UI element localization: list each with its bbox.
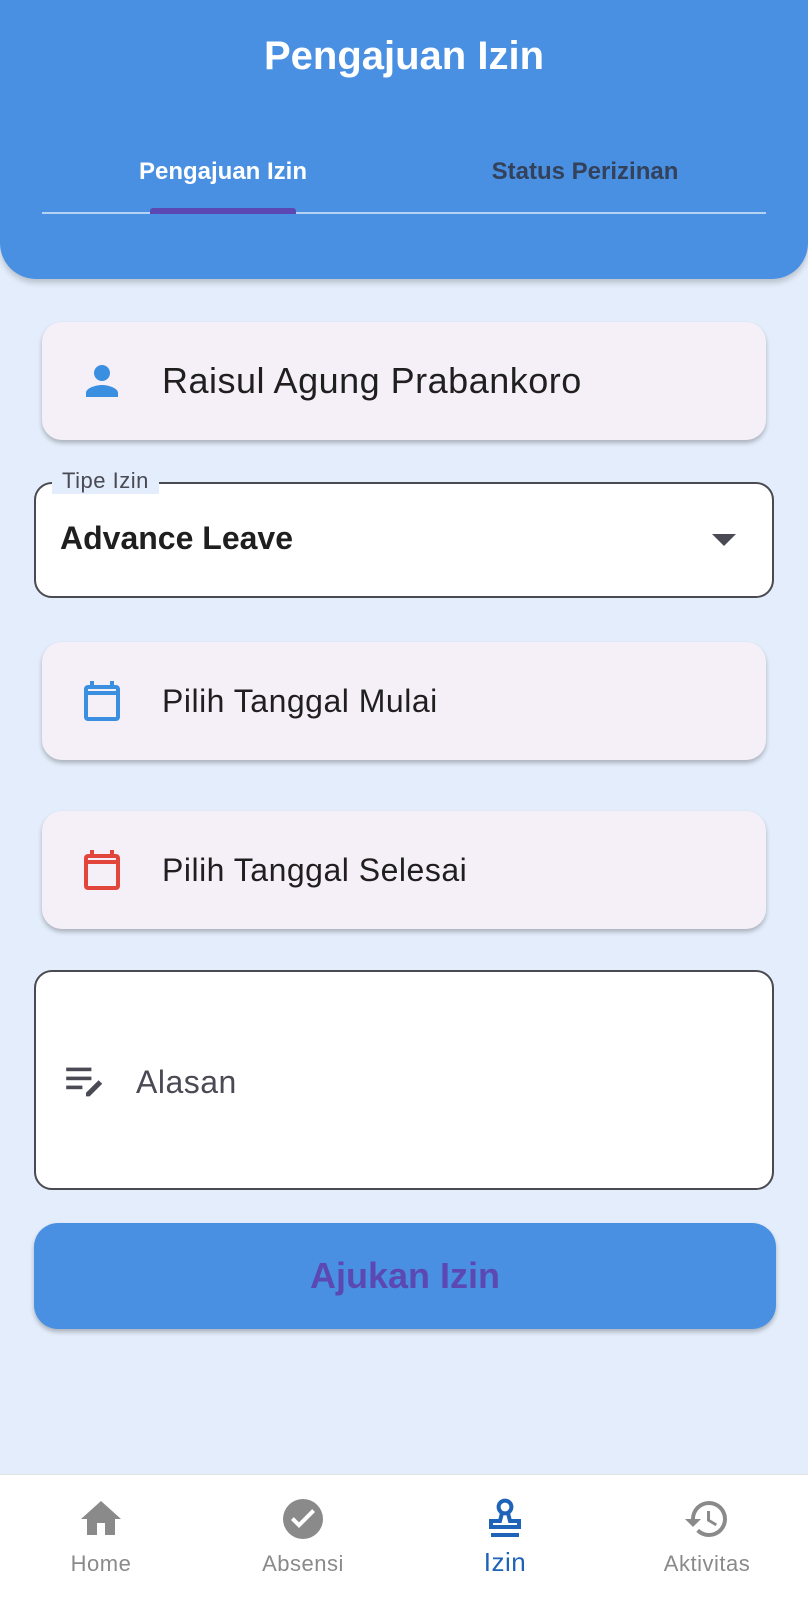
home-icon: [81, 1501, 121, 1535]
leave-type-dropdown[interactable]: Tipe Izin Advance Leave: [34, 468, 774, 598]
nav-label-home: Home: [70, 1551, 132, 1576]
dropdown-arrow-icon: [712, 534, 736, 546]
edit-note-icon: [66, 1067, 103, 1097]
page-title: Pengajuan Izin: [263, 34, 545, 78]
calendar-icon: [84, 850, 120, 890]
nav-item-home[interactable]: Home: [0, 1475, 202, 1600]
tab-bar: Pengajuan Izin Status Perizinan: [42, 130, 766, 214]
tab-pengajuan-izin[interactable]: Pengajuan Izin: [42, 130, 404, 214]
leave-type-value: Advance Leave: [60, 520, 294, 556]
submit-leave-button[interactable]: Ajukan Izin: [34, 1223, 776, 1329]
nav-label-aktivitas: Aktivitas: [663, 1551, 751, 1576]
end-date-picker[interactable]: Pilih Tanggal Selesai: [42, 811, 766, 929]
nav-item-izin[interactable]: Izin: [404, 1475, 606, 1600]
check-circle-icon: [283, 1499, 323, 1539]
tab-status-perizinan[interactable]: Status Perizinan: [404, 130, 766, 214]
calendar-icon: [84, 681, 120, 721]
reason-placeholder: Alasan: [136, 1064, 237, 1100]
nav-label-izin: Izin: [483, 1547, 527, 1577]
active-tab-indicator: [150, 208, 296, 214]
bottom-navigation: Home Absensi Izin Aktivitas: [0, 1474, 808, 1600]
end-date-placeholder: Pilih Tanggal Selesai: [162, 851, 468, 888]
person-icon: [86, 365, 118, 397]
history-icon: [685, 1501, 727, 1537]
nav-label-absensi: Absensi: [262, 1551, 344, 1576]
nav-item-absensi[interactable]: Absensi: [202, 1475, 404, 1600]
start-date-placeholder: Pilih Tanggal Mulai: [162, 682, 438, 719]
start-date-picker[interactable]: Pilih Tanggal Mulai: [42, 642, 766, 760]
nav-item-aktivitas[interactable]: Aktivitas: [606, 1475, 808, 1600]
leave-type-label: Tipe Izin: [52, 468, 159, 494]
employee-name-card: Raisul Agung Prabankoro: [42, 322, 766, 440]
app-bar: Pengajuan Izin Pengajuan Izin Status Per…: [0, 0, 808, 279]
reason-field[interactable]: Alasan: [34, 970, 774, 1190]
stamp-icon: [489, 1498, 521, 1537]
employee-name: Raisul Agung Prabankoro: [162, 360, 582, 401]
